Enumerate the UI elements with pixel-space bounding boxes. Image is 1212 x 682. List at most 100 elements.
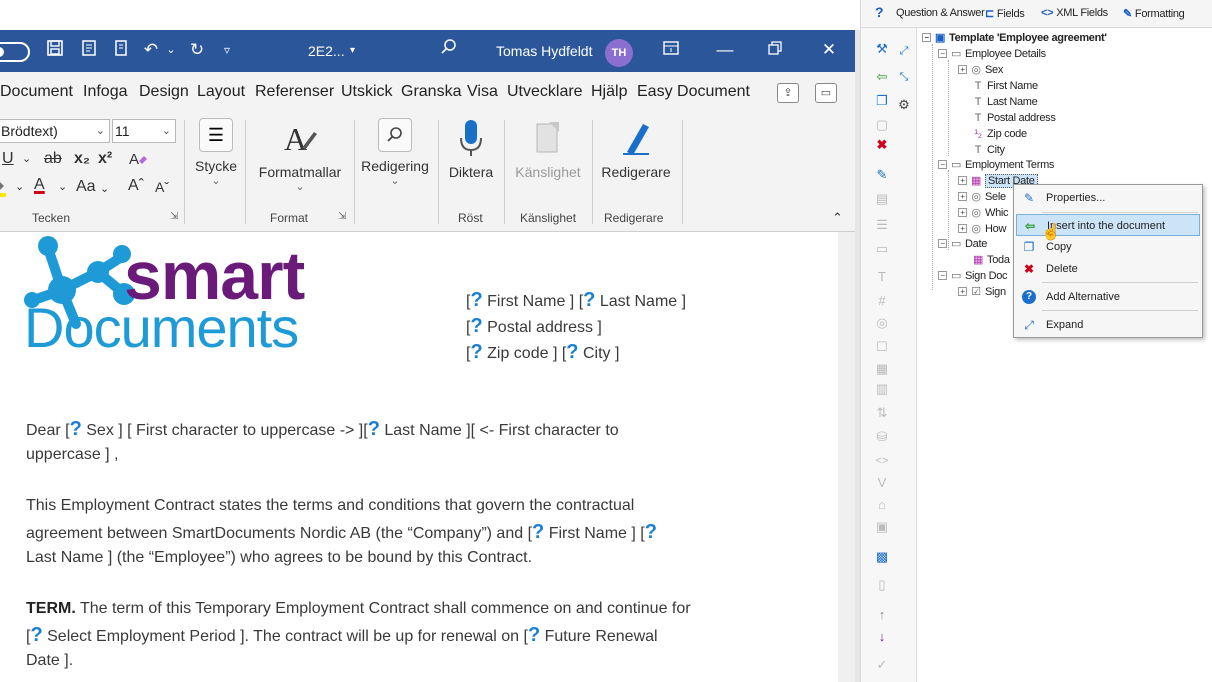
expand-icon[interactable]: +	[958, 208, 967, 217]
change-case-button[interactable]: Aa	[76, 178, 96, 196]
insert-arrow-icon[interactable]: ⇦	[873, 68, 891, 86]
gear-icon[interactable]: ⚙	[895, 96, 913, 114]
quick-access-dropdown-icon[interactable]: ▿	[216, 39, 238, 61]
search-icon[interactable]	[438, 39, 460, 61]
comments-icon[interactable]: ▭	[815, 83, 837, 103]
underline-dropdown-icon[interactable]: ⌄	[22, 152, 31, 165]
tab-question-answer[interactable]: Question & Answer	[896, 7, 985, 19]
share-icon[interactable]: ⇪	[777, 83, 799, 103]
tree-node-toda[interactable]: ▦ Toda	[972, 253, 1010, 268]
highlight-color-icon[interactable]	[0, 176, 8, 203]
tab-fields[interactable]: ⊏ Fields	[985, 7, 1025, 20]
field-question-icon[interactable]: ?	[566, 341, 578, 363]
tab-formatting[interactable]: ✎ Formatting	[1123, 7, 1185, 20]
change-case-dropdown-icon[interactable]: ⌄	[100, 182, 109, 195]
undo-dropdown-icon[interactable]: ⌄	[160, 39, 182, 61]
field-city[interactable]: City ]	[583, 345, 619, 362]
field-zip-code[interactable]: Zip code ] [	[487, 345, 566, 362]
copy-icon[interactable]: ❐	[873, 92, 891, 110]
expand-icon[interactable]: +	[958, 224, 967, 233]
field-question-icon[interactable]: ?	[368, 418, 380, 440]
field-first-name[interactable]: First Name ] [	[487, 293, 583, 310]
menu-item-add-alternative[interactable]: ? Add Alternative	[1016, 286, 1200, 308]
wizard-icon[interactable]: ⚒	[873, 40, 891, 58]
superscript-button[interactable]: x²	[98, 150, 112, 168]
user-name[interactable]: Tomas Hydfeldt	[496, 40, 592, 62]
redigerare-button[interactable]: Redigerare	[598, 118, 674, 180]
expand-icon[interactable]: +	[958, 65, 967, 74]
tree-node-whic[interactable]: + ◎ Whic	[958, 206, 1009, 221]
diktera-button[interactable]: Diktera	[444, 118, 498, 180]
tab-utskick[interactable]: Utskick	[341, 83, 393, 101]
expand-arrows-icon[interactable]: ⤢	[895, 42, 913, 60]
tab-visa[interactable]: Visa	[467, 83, 498, 101]
expand-icon[interactable]: +	[958, 192, 967, 201]
maximize-icon[interactable]	[764, 39, 786, 61]
minimize-icon[interactable]: —	[714, 39, 736, 61]
document-name[interactable]: 2E2...	[308, 40, 345, 62]
menu-item-expand[interactable]: ⤢ Expand	[1016, 314, 1200, 336]
question-box-icon[interactable]: ▩	[873, 548, 891, 566]
tree-node-how[interactable]: + ◎ How	[958, 222, 1006, 237]
delete-icon[interactable]: ✖	[873, 136, 891, 154]
tree-node-city[interactable]: T City	[972, 143, 1005, 158]
stycke-button[interactable]: ☰ Stycke ⌄	[192, 118, 240, 187]
collapse-ribbon-icon[interactable]: ⌃	[832, 210, 843, 226]
tree-node-date[interactable]: − ▭ Date	[938, 237, 987, 252]
redo-icon[interactable]: ↻	[186, 39, 208, 61]
tab-referenser[interactable]: Referenser	[255, 83, 334, 101]
field-question-icon[interactable]: ?	[645, 521, 657, 543]
underline-button[interactable]: U	[2, 150, 14, 168]
expand-icon[interactable]: +	[958, 287, 967, 296]
avatar[interactable]: TH	[605, 39, 633, 67]
collapse-icon[interactable]: −	[922, 33, 931, 42]
font-color-dropdown-icon[interactable]: ⌄	[58, 180, 67, 193]
document-page[interactable]: smart Documents [? First Name ] [? Last …	[0, 232, 838, 682]
collapse-icon[interactable]: −	[938, 271, 947, 280]
tab-easy-document[interactable]: Easy Document C	[637, 83, 755, 101]
tree-node-zip-code[interactable]: ¹₂ Zip code	[972, 127, 1027, 142]
tab-design[interactable]: Design	[139, 83, 189, 101]
close-icon[interactable]: ✕	[818, 39, 840, 61]
highlight-dropdown-icon[interactable]: ⌄	[15, 180, 24, 193]
strikethrough-button[interactable]: ab	[44, 150, 62, 168]
undo-icon[interactable]: ↶	[140, 39, 162, 61]
field-last-name[interactable]: Last Name ][ <- First character to	[384, 422, 618, 439]
collapse-arrows-icon[interactable]: ⤡	[895, 68, 913, 86]
tab-xml-fields[interactable]: <> XML Fields	[1041, 7, 1108, 19]
redigering-button[interactable]: Redigering ⌄	[358, 118, 432, 187]
vertical-scrollbar[interactable]	[838, 232, 855, 682]
dialog-launcher-icon[interactable]: ⇲	[170, 211, 178, 222]
document-icon[interactable]	[110, 39, 132, 61]
font-color-button[interactable]: A	[34, 176, 45, 194]
clear-formatting-icon[interactable]: A	[128, 149, 148, 174]
subscript-button[interactable]: x₂	[74, 150, 90, 168]
arrow-up-icon[interactable]: ↑	[873, 606, 891, 624]
field-sex[interactable]: Sex ] [ First character to uppercase -> …	[86, 422, 367, 439]
formatmallar-button[interactable]: A Formatmallar ⌄	[254, 118, 346, 193]
field-first-name[interactable]: First Name ] [	[549, 525, 645, 542]
tab-utvecklare[interactable]: Utvecklare	[507, 83, 583, 101]
field-question-icon[interactable]: ?	[583, 289, 595, 311]
menu-item-delete[interactable]: ✖ Delete	[1016, 258, 1200, 280]
field-question-icon[interactable]: ?	[30, 624, 42, 646]
template-icon[interactable]	[78, 39, 100, 61]
expand-icon[interactable]: +	[958, 176, 967, 185]
field-future-renewal[interactable]: Future Renewal	[545, 628, 658, 645]
field-last-name[interactable]: Last Name ]	[600, 293, 686, 310]
tree-node-last-name[interactable]: T Last Name	[972, 95, 1038, 110]
field-postal-address[interactable]: Postal address ]	[487, 319, 602, 336]
field-question-icon[interactable]: ?	[470, 315, 482, 337]
collapse-icon[interactable]: −	[938, 239, 947, 248]
tree-node-sign[interactable]: + ☑ Sign	[958, 285, 1006, 300]
tree-node-employee-details[interactable]: − ▭ Employee Details	[938, 47, 1046, 62]
field-question-icon[interactable]: ?	[532, 521, 544, 543]
tree-node-sele[interactable]: + ◎ Sele	[958, 190, 1006, 205]
ribbon-display-options-icon[interactable]	[660, 39, 682, 61]
font-size-select[interactable]: 11 ⌄	[112, 119, 176, 143]
help-icon[interactable]: ?	[875, 4, 884, 20]
tab-hjalp[interactable]: Hjälp	[591, 83, 627, 101]
tree-node-first-name[interactable]: T First Name	[972, 79, 1038, 94]
tab-layout[interactable]: Layout	[197, 83, 245, 101]
tree-node-sex[interactable]: + ◎ Sex	[958, 63, 1003, 78]
